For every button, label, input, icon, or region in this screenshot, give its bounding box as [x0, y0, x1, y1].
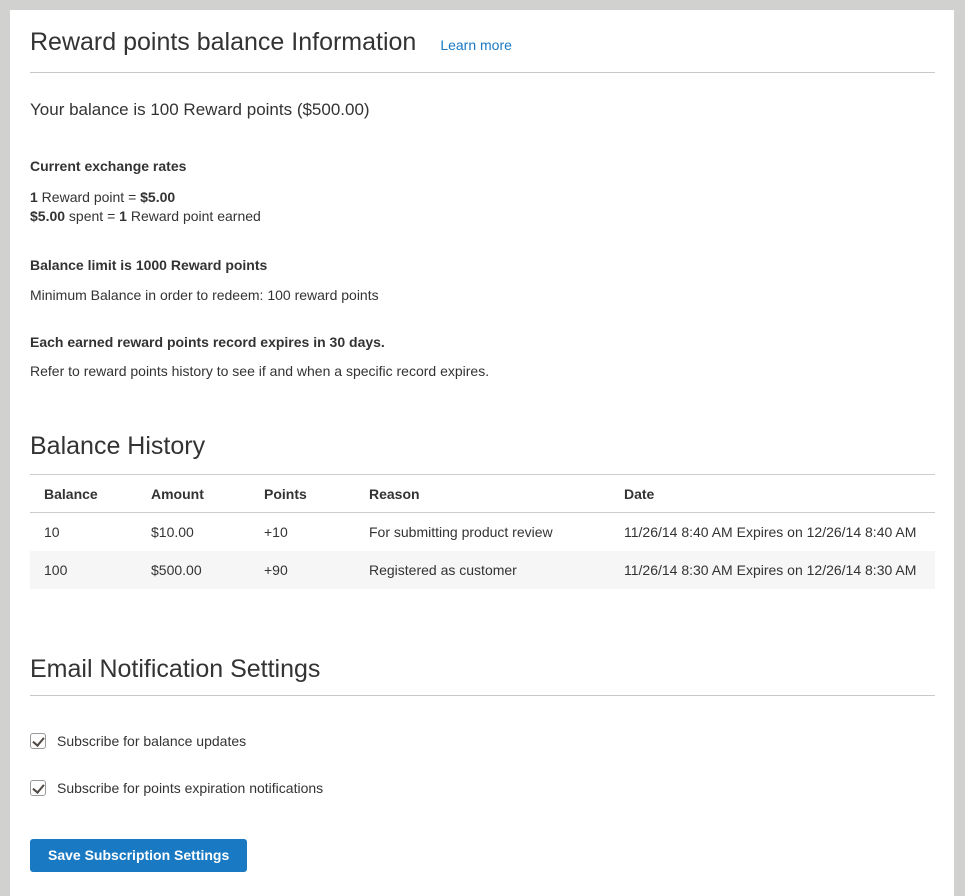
cell-balance: 100: [30, 551, 137, 589]
save-subscription-settings-button[interactable]: Save Subscription Settings: [30, 839, 247, 872]
points-expiration-label: Subscribe for points expiration notifica…: [57, 780, 323, 796]
balance-history-heading: Balance History: [30, 432, 935, 461]
expiry-note-text: Refer to reward points history to see if…: [30, 363, 935, 379]
header-divider: [30, 72, 935, 73]
cell-date: 11/26/14 8:30 AM Expires on 12/26/14 8:3…: [610, 551, 935, 589]
column-header-date: Date: [610, 475, 935, 513]
email-notification-settings-heading: Email Notification Settings: [30, 655, 935, 696]
cell-reason: Registered as customer: [355, 551, 610, 589]
table-body: 10 $10.00 +10 For submitting product rev…: [30, 513, 935, 590]
expiry-heading-text: Each earned reward points record expires…: [30, 334, 935, 350]
cell-amount: $10.00: [137, 513, 250, 552]
cell-amount: $500.00: [137, 551, 250, 589]
exchange-rates-heading: Current exchange rates: [30, 158, 935, 174]
balance-updates-label: Subscribe for balance updates: [57, 733, 246, 749]
learn-more-link[interactable]: Learn more: [440, 37, 512, 53]
exchange-rate-line-1: 1 Reward point = $5.00: [30, 188, 935, 207]
card-header: Reward points balance Information Learn …: [30, 26, 935, 58]
column-header-points: Points: [250, 475, 355, 513]
subscribe-points-expiration-option[interactable]: Subscribe for points expiration notifica…: [30, 780, 935, 796]
table-row: 10 $10.00 +10 For submitting product rev…: [30, 513, 935, 552]
button-row: Save Subscription Settings: [30, 796, 935, 872]
cell-reason: For submitting product review: [355, 513, 610, 552]
column-header-reason: Reason: [355, 475, 610, 513]
exchange-rate-lines: 1 Reward point = $5.00 $5.00 spent = 1 R…: [30, 188, 935, 226]
cell-date: 11/26/14 8:40 AM Expires on 12/26/14 8:4…: [610, 513, 935, 552]
points-expiration-checkbox[interactable]: [30, 780, 46, 796]
table-header-row: Balance Amount Points Reason Date: [30, 475, 935, 513]
minimum-balance-text: Minimum Balance in order to redeem: 100 …: [30, 287, 935, 303]
balance-limit-text: Balance limit is 1000 Reward points: [30, 257, 935, 273]
subscribe-balance-updates-option[interactable]: Subscribe for balance updates: [30, 733, 935, 749]
balance-history-table: Balance Amount Points Reason Date 10 $10…: [30, 474, 935, 589]
page-title: Reward points balance Information: [30, 26, 416, 58]
balance-summary: Your balance is 100 Reward points ($500.…: [30, 100, 935, 120]
table-row: 100 $500.00 +90 Registered as customer 1…: [30, 551, 935, 589]
balance-updates-checkbox[interactable]: [30, 733, 46, 749]
exchange-rate-line-2: $5.00 spent = 1 Reward point earned: [30, 207, 935, 226]
cell-points: +10: [250, 513, 355, 552]
cell-balance: 10: [30, 513, 137, 552]
table-header: Balance Amount Points Reason Date: [30, 475, 935, 513]
column-header-balance: Balance: [30, 475, 137, 513]
reward-points-card: Reward points balance Information Learn …: [10, 10, 954, 896]
column-header-amount: Amount: [137, 475, 250, 513]
cell-points: +90: [250, 551, 355, 589]
